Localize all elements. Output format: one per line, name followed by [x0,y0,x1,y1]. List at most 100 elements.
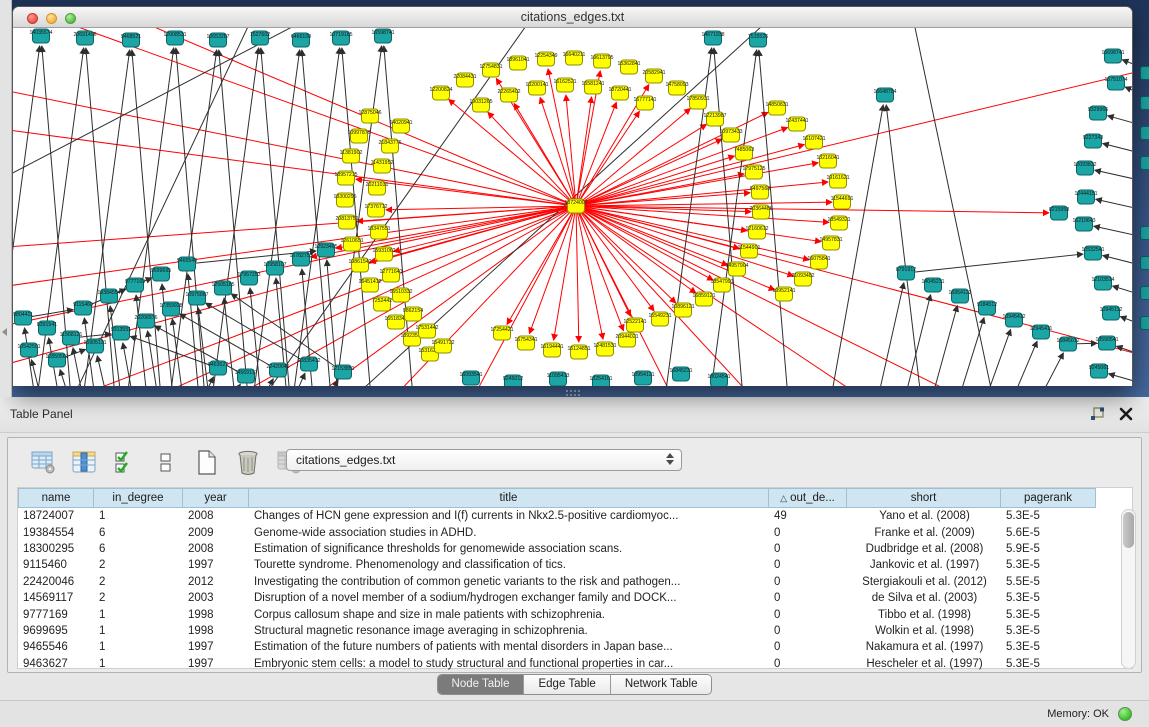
column-header-pagerank[interactable]: pagerank [1001,488,1096,508]
network-node[interactable]: 6466100 [291,33,311,47]
network-node[interactable]: 11381902 [340,149,363,163]
network-node[interactable]: 17957253 [237,271,260,285]
table-row[interactable]: 946554611997Estimation of the future num… [18,639,1096,655]
network-node[interactable]: 17254421 [490,326,513,340]
network-node[interactable]: 17850931 [686,95,709,109]
table-row[interactable]: 1456911722003Disruption of a novel membe… [18,590,1096,606]
column-header-short[interactable]: short [847,488,1001,508]
network-node[interactable]: 17376712 [364,203,387,217]
network-node[interactable]: 13216041 [816,154,839,168]
network-node[interactable]: 12200824 [429,86,452,100]
network-node[interactable]: 14035574 [29,29,52,43]
network-node[interactable]: 20691406 [73,31,96,45]
column-header-in_degree[interactable]: in_degree [94,488,183,508]
network-node[interactable]: 12437441 [785,117,808,131]
network-node[interactable]: 19861542 [348,258,371,272]
network-node[interactable]: 18549321 [827,216,850,230]
network-node[interactable]: 12850561 [45,353,68,367]
vertical-scrollbar[interactable] [1121,509,1136,669]
network-node[interactable]: 18547991 [710,278,733,292]
network-node[interactable]: 16598741 [371,29,394,43]
network-node[interactable]: 20944021 [615,333,638,347]
network-node[interactable]: 18720441 [608,86,631,100]
network-node[interactable]: 12153851 [331,365,354,379]
table-row[interactable]: 946362711997Embryonic stem cells: a mode… [18,656,1096,672]
table-row[interactable]: 1830029562008Estimation of significance … [18,541,1096,557]
network-node[interactable]: 15905131 [83,339,106,353]
network-node[interactable]: 8215958 [1049,206,1069,220]
tab-edge-table[interactable]: Edge Table [524,675,610,694]
new-file-icon[interactable] [194,449,220,475]
network-node[interactable]: 13200141 [525,81,548,95]
table-row[interactable]: 969969511998Structural magnetic resonanc… [18,623,1096,639]
network-node[interactable]: 12923465 [314,243,337,257]
network-node[interactable]: 13590541 [1095,336,1118,350]
network-node[interactable]: 18961041 [506,56,529,70]
network-node[interactable]: 15698741 [1101,49,1124,63]
network-node[interactable]: 22265402 [497,88,520,102]
network-node[interactable]: 16210643 [1072,217,1095,231]
close-panel-icon[interactable] [1119,407,1133,421]
network-node[interactable]: 1527602 [250,31,270,45]
network-node[interactable]: 10719185 [329,31,352,45]
network-node[interactable]: 15931062 [372,247,395,261]
network-node[interactable]: 16845012 [1056,337,1079,351]
network-node[interactable]: 12610651 [340,237,363,251]
network-node[interactable]: 10532541 [1081,246,1104,260]
network-node[interactable]: 10945112 [1100,306,1123,320]
network-node[interactable]: 16859121 [692,292,715,306]
network-node[interactable]: 15491722 [431,339,454,353]
network-node[interactable]: 17975125 [742,165,765,179]
network-node[interactable]: 15581241 [581,80,604,94]
network-node[interactable]: 15124851 [567,345,590,359]
network-node[interactable]: 9313551 [111,326,131,340]
network-node[interactable]: 7515526 [748,33,768,47]
network-node[interactable]: 9463627 [208,361,228,375]
network-node[interactable]: 12160612 [745,225,768,239]
network-node[interactable]: 19161621 [826,174,849,188]
network-node[interactable]: 16845231 [669,367,692,381]
network-node[interactable]: 22084431 [453,73,476,87]
network-node[interactable]: 9329966 [1088,106,1108,120]
network-node[interactable]: 12254349 [534,52,557,66]
network-node[interactable]: 11544691 [831,195,854,209]
network-node[interactable]: 9777169 [125,278,145,292]
network-node[interactable]: 12505185 [211,281,234,295]
citation-network-graph[interactable]: 1872400712875046109978701138190218957215… [13,28,1132,386]
network-node[interactable]: 16093541 [459,371,482,385]
network-node[interactable]: 10954121 [631,371,654,385]
row-height-icon[interactable] [153,449,179,475]
network-node[interactable]: 10975887 [185,291,208,305]
network-node[interactable]: 20813751 [335,215,358,229]
network-node[interactable]: 16451412 [358,278,381,292]
network-node[interactable]: 10653287 [206,33,229,47]
network-node[interactable]: 11431952 [371,159,394,173]
network-node[interactable]: 18300295 [333,193,356,207]
table-source-dropdown[interactable]: citations_edges.txt [286,449,682,471]
network-node[interactable]: 14020941 [389,119,412,133]
network-node[interactable]: 8791912 [896,266,916,280]
network-node[interactable]: 19613795 [590,54,613,68]
network-node[interactable]: 21093482 [791,272,814,286]
network-node[interactable]: 16194441 [540,343,563,357]
network-node[interactable]: 12771641 [379,268,402,282]
network-node[interactable]: 10896121 [671,303,694,317]
network-node[interactable]: 12103514 [1091,276,1114,290]
left-panel-collapsed-strip[interactable] [0,0,12,397]
network-node[interactable]: 21843776 [378,139,401,153]
network-node[interactable]: 20582941 [642,69,665,83]
float-window-icon[interactable] [1090,407,1105,422]
network-node[interactable]: 16640211 [563,51,586,65]
network-node[interactable]: 15549231 [648,312,671,326]
network-node[interactable]: 14957904 [725,262,748,276]
network-node[interactable]: 9468521 [121,33,141,47]
network-node[interactable]: 20206576 [134,314,157,328]
network-node[interactable]: 10997870 [347,129,370,143]
column-header-title[interactable]: title [249,488,769,508]
network-node[interactable]: 20364486 [749,205,772,219]
select-rows-icon[interactable] [112,449,138,475]
network-node[interactable]: 12945411 [1030,325,1053,339]
network-node[interactable]: 19031265 [469,98,492,112]
network-node[interactable]: 11568121 [60,331,83,345]
network-node[interactable]: 18957215 [334,171,357,185]
